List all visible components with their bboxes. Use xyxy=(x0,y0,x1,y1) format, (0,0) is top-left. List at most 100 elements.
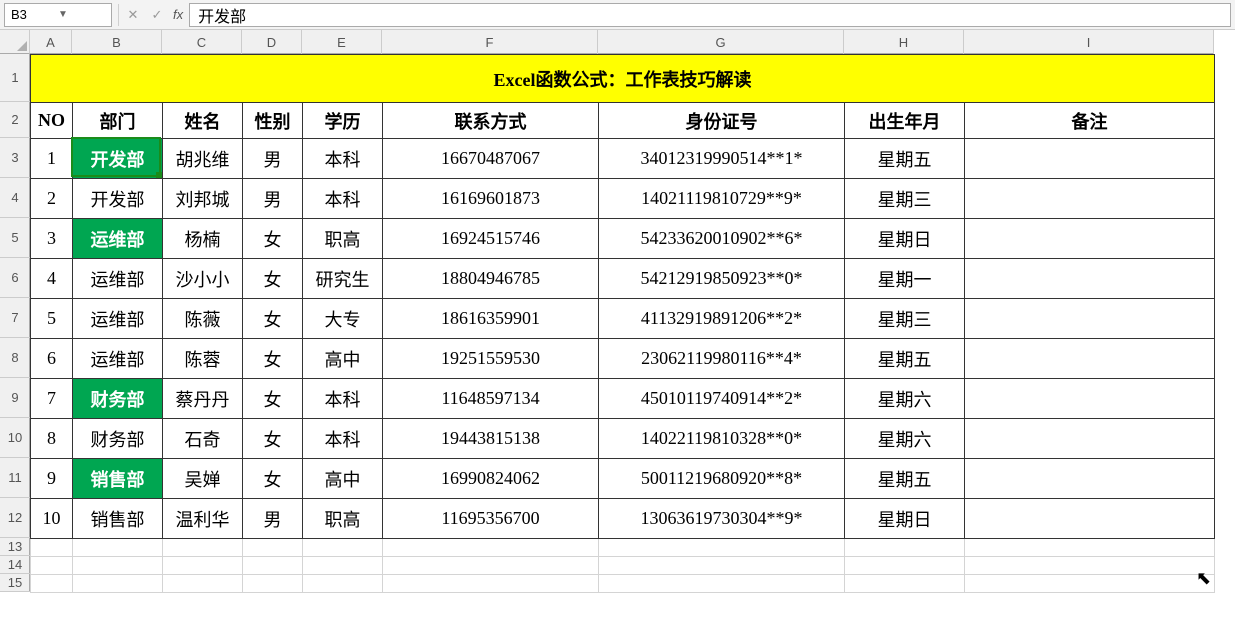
col-header-I[interactable]: I xyxy=(964,30,1214,54)
cell[interactable]: 11648597134 xyxy=(383,379,599,419)
cell[interactable]: 运维部 xyxy=(73,219,163,259)
cell[interactable]: 陈蓉 xyxy=(163,339,243,379)
cell[interactable] xyxy=(845,575,965,593)
cell[interactable]: 34012319990514**1* xyxy=(599,139,845,179)
cell[interactable]: 19251559530 xyxy=(383,339,599,379)
cell[interactable] xyxy=(163,539,243,557)
cell[interactable]: 运维部 xyxy=(73,339,163,379)
cell[interactable] xyxy=(965,299,1215,339)
cell[interactable]: 14022119810328**0* xyxy=(599,419,845,459)
cell[interactable]: 女 xyxy=(243,219,303,259)
cell[interactable]: 职高 xyxy=(303,219,383,259)
cell[interactable]: 开发部 xyxy=(73,179,163,219)
cell[interactable]: 星期一 xyxy=(845,259,965,299)
cell[interactable]: 本科 xyxy=(303,139,383,179)
name-box[interactable]: B3 ▼ xyxy=(4,3,112,27)
cell[interactable] xyxy=(965,219,1215,259)
cell[interactable]: 职高 xyxy=(303,499,383,539)
cell[interactable]: 财务部 xyxy=(73,379,163,419)
cell[interactable]: 星期六 xyxy=(845,419,965,459)
cell[interactable]: 星期三 xyxy=(845,299,965,339)
cell[interactable]: 18616359901 xyxy=(383,299,599,339)
enter-icon[interactable]: ✓ xyxy=(145,3,169,27)
row-header-3[interactable]: 3 xyxy=(0,138,30,178)
cell[interactable]: 销售部 xyxy=(73,459,163,499)
col-header-F[interactable]: F xyxy=(382,30,598,54)
cell[interactable]: 16990824062 xyxy=(383,459,599,499)
row-header-15[interactable]: 15 xyxy=(0,574,30,592)
cell[interactable]: 8 xyxy=(31,419,73,459)
cell[interactable] xyxy=(965,575,1215,593)
cell[interactable] xyxy=(965,259,1215,299)
col-header-A[interactable]: A xyxy=(30,30,72,54)
cell[interactable] xyxy=(163,575,243,593)
cell[interactable]: 星期日 xyxy=(845,219,965,259)
cell[interactable] xyxy=(243,557,303,575)
header-cell[interactable]: 备注 xyxy=(965,103,1215,139)
cell[interactable] xyxy=(31,539,73,557)
cell[interactable]: 吴婵 xyxy=(163,459,243,499)
row-header-6[interactable]: 6 xyxy=(0,258,30,298)
cell[interactable]: 14021119810729**9* xyxy=(599,179,845,219)
cell[interactable]: 50011219680920**8* xyxy=(599,459,845,499)
cell[interactable]: 女 xyxy=(243,339,303,379)
cell[interactable]: 运维部 xyxy=(73,259,163,299)
cell[interactable]: 星期六 xyxy=(845,379,965,419)
cell[interactable]: 运维部 xyxy=(73,299,163,339)
cell[interactable]: 16924515746 xyxy=(383,219,599,259)
cell[interactable] xyxy=(73,575,163,593)
cell[interactable] xyxy=(965,459,1215,499)
cell[interactable] xyxy=(163,557,243,575)
cell[interactable] xyxy=(303,557,383,575)
cell[interactable]: 13063619730304**9* xyxy=(599,499,845,539)
cell[interactable]: 11695356700 xyxy=(383,499,599,539)
header-cell[interactable]: NO xyxy=(31,103,73,139)
cell[interactable] xyxy=(243,575,303,593)
cell[interactable]: 本科 xyxy=(303,379,383,419)
header-cell[interactable]: 性别 xyxy=(243,103,303,139)
row-header-12[interactable]: 12 xyxy=(0,498,30,538)
cell[interactable]: 女 xyxy=(243,259,303,299)
cell[interactable]: 星期日 xyxy=(845,499,965,539)
cell[interactable]: 女 xyxy=(243,379,303,419)
cell[interactable]: 财务部 xyxy=(73,419,163,459)
dropdown-icon[interactable]: ▼ xyxy=(58,9,105,20)
cell[interactable]: 41132919891206**2* xyxy=(599,299,845,339)
cell[interactable]: 刘邦城 xyxy=(163,179,243,219)
cell[interactable]: 女 xyxy=(243,459,303,499)
row-header-9[interactable]: 9 xyxy=(0,378,30,418)
cell[interactable]: 1 xyxy=(31,139,73,179)
cell[interactable] xyxy=(31,575,73,593)
worksheet[interactable]: Excel函数公式：工作表技巧解读NO部门姓名性别学历联系方式身份证号出生年月备… xyxy=(30,54,1215,593)
cancel-icon[interactable]: ✕ xyxy=(121,3,145,27)
cell[interactable]: 高中 xyxy=(303,339,383,379)
col-header-E[interactable]: E xyxy=(302,30,382,54)
cell[interactable] xyxy=(965,557,1215,575)
row-header-4[interactable]: 4 xyxy=(0,178,30,218)
cell[interactable] xyxy=(965,539,1215,557)
row-header-13[interactable]: 13 xyxy=(0,538,30,556)
cell[interactable]: 54233620010902**6* xyxy=(599,219,845,259)
cell[interactable]: 10 xyxy=(31,499,73,539)
formula-input[interactable]: 开发部 xyxy=(189,3,1231,27)
cell[interactable] xyxy=(383,539,599,557)
cell[interactable]: 星期五 xyxy=(845,139,965,179)
cell[interactable]: 本科 xyxy=(303,179,383,219)
cell[interactable]: 大专 xyxy=(303,299,383,339)
cell[interactable]: 杨楠 xyxy=(163,219,243,259)
cell[interactable] xyxy=(599,539,845,557)
cell[interactable]: 温利华 xyxy=(163,499,243,539)
cell[interactable]: 19443815138 xyxy=(383,419,599,459)
cell[interactable] xyxy=(965,379,1215,419)
row-header-8[interactable]: 8 xyxy=(0,338,30,378)
cell[interactable]: 54212919850923**0* xyxy=(599,259,845,299)
cell[interactable]: 男 xyxy=(243,499,303,539)
header-cell[interactable]: 姓名 xyxy=(163,103,243,139)
cell[interactable]: 高中 xyxy=(303,459,383,499)
cell[interactable]: 6 xyxy=(31,339,73,379)
cell[interactable]: 陈薇 xyxy=(163,299,243,339)
cell[interactable]: 沙小小 xyxy=(163,259,243,299)
cell[interactable]: 45010119740914**2* xyxy=(599,379,845,419)
row-header-1[interactable]: 1 xyxy=(0,54,30,102)
cell[interactable]: 16670487067 xyxy=(383,139,599,179)
